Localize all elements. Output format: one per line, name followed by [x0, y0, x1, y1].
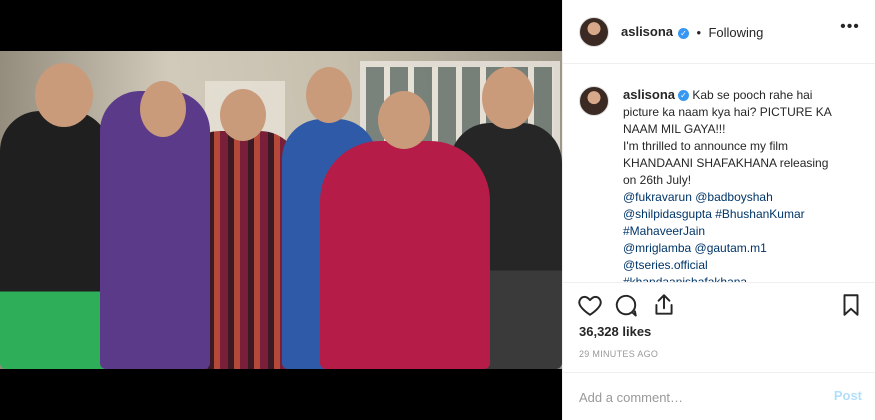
share-icon[interactable]	[651, 292, 679, 320]
caption-hashtag[interactable]: #MahaveerJain	[623, 223, 868, 240]
caption-line: I'm thrilled to announce my film	[623, 139, 789, 153]
add-comment-bar: Post	[563, 372, 875, 420]
photo-person	[100, 81, 210, 369]
caption-line: Kab se pooch rahe hai	[692, 88, 813, 102]
bookmark-icon[interactable]	[838, 292, 866, 320]
post-photo[interactable]	[0, 51, 562, 369]
post-comment-button[interactable]: Post	[834, 388, 862, 403]
post-media[interactable]	[0, 0, 562, 420]
caption-line: picture ka naam kya hai? PICTURE KA	[623, 105, 832, 119]
likes-count[interactable]: 36,328 likes	[579, 324, 651, 339]
caption-mentions[interactable]: @mriglamba @gautam.m1	[623, 240, 868, 257]
instagram-post: aslisona ✓ • Following ••• aslisona ✓ Kab…	[0, 0, 875, 420]
caption-mentions[interactable]: @shilpidasgupta #BhushanKumar	[623, 206, 868, 223]
heart-icon[interactable]	[577, 292, 605, 320]
author-username[interactable]: aslisona	[621, 24, 673, 39]
author-avatar[interactable]	[579, 17, 609, 47]
separator: •	[696, 25, 702, 40]
verified-badge-icon: ✓	[678, 90, 690, 101]
caption-mentions[interactable]: @tseries.official	[623, 257, 868, 274]
caption-hashtag[interactable]: #khandaanishafakhana	[623, 274, 868, 282]
photo-person	[0, 63, 110, 369]
caption-author-avatar[interactable]	[579, 86, 609, 116]
comments-section: aslisona ✓ Kab se pooch rahe hai picture …	[563, 64, 875, 282]
caption-author-username[interactable]: aslisona	[623, 87, 675, 102]
caption-mentions[interactable]: @fukravarun @badboyshah	[623, 189, 868, 206]
caption-line: NAAM MIL GAYA!!!	[623, 122, 726, 136]
following-button[interactable]: Following	[708, 25, 763, 40]
caption-line: KHANDAANI SHAFAKHANA releasing	[623, 156, 829, 170]
more-options-icon[interactable]: •••	[838, 19, 862, 36]
verified-badge-icon: ✓	[678, 28, 689, 39]
comment-bubble-icon[interactable]	[613, 292, 641, 320]
post-caption: aslisona ✓ Kab se pooch rahe hai picture …	[623, 86, 868, 282]
comment-input[interactable]	[579, 387, 809, 407]
photo-person	[320, 91, 490, 369]
post-sidebar: aslisona ✓ • Following ••• aslisona ✓ Kab…	[562, 0, 875, 420]
caption-line: on 26th July!	[623, 173, 692, 187]
post-header: aslisona ✓ • Following •••	[563, 0, 875, 64]
post-timestamp[interactable]: 29 MINUTES AGO	[579, 349, 658, 359]
